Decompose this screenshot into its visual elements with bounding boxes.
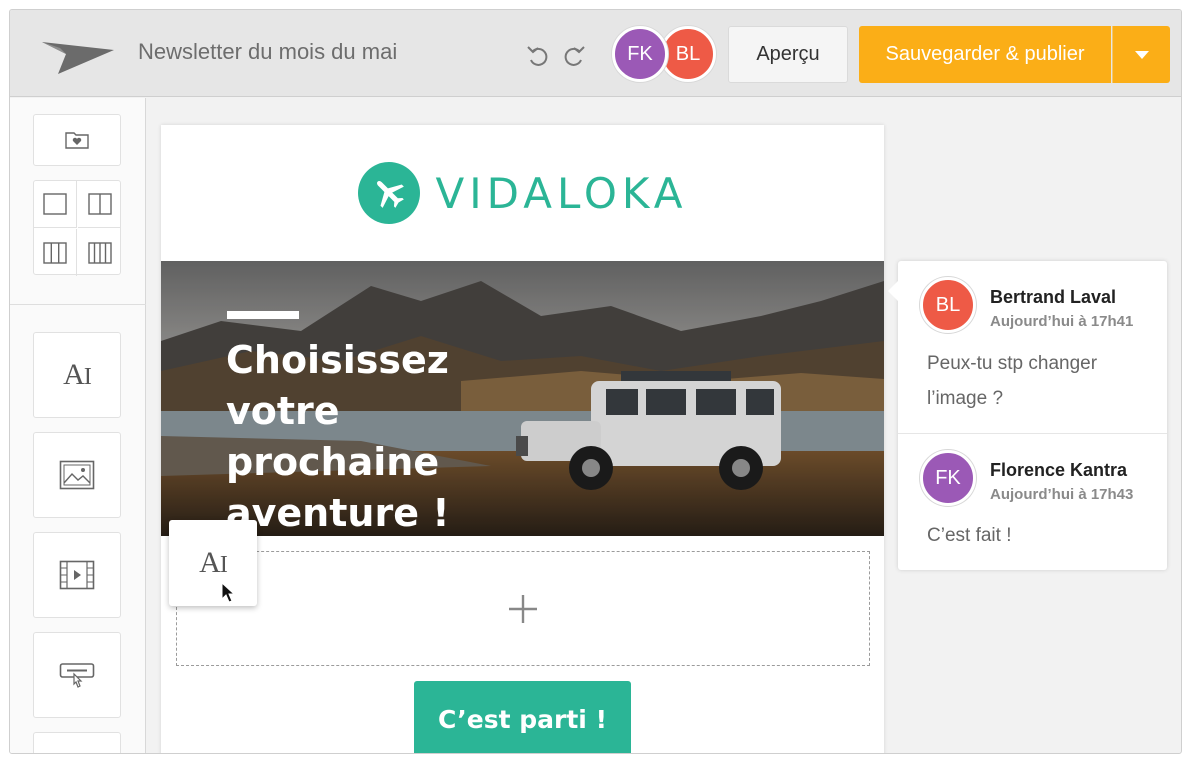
sidebar-divider <box>10 304 146 305</box>
comment-timestamp: Aujourd’hui à 17h41 <box>990 313 1134 330</box>
avatar: FK <box>920 450 976 506</box>
plus-icon <box>509 594 537 623</box>
airplane-icon <box>376 181 404 208</box>
hero-title-line-2: votre prochaine <box>226 389 440 484</box>
block-drop-zone[interactable] <box>176 551 870 666</box>
top-bar: Newsletter du mois du mai BL FK Aperçu S… <box>10 10 1181 97</box>
collaborator-avatar-bl[interactable]: BL <box>660 26 716 82</box>
paper-plane-logo-icon[interactable] <box>40 30 116 74</box>
save-publish-button[interactable]: Sauvegarder & publier <box>859 26 1111 83</box>
preview-button[interactable]: Aperçu <box>728 26 848 83</box>
brand-logo <box>357 162 420 224</box>
hero-title-line-3: aventure ! <box>226 491 450 535</box>
cursor-icon <box>221 582 236 603</box>
hero-accent-bar <box>227 311 299 319</box>
layout-3col-icon <box>43 241 67 264</box>
avatar: BL <box>920 277 976 333</box>
hero-title[interactable]: Choisissez votre prochaine aventure ! <box>226 335 556 536</box>
blocks-sidebar: AI <box>10 98 146 753</box>
text-block-icon: AI <box>199 546 228 579</box>
hero-image[interactable]: Choisissez votre prochaine aventure ! <box>161 261 884 536</box>
video-block-icon <box>59 560 95 590</box>
layout-4col-icon <box>87 241 112 264</box>
video-block-button[interactable] <box>33 532 121 618</box>
comment-author: Florence Kantra <box>990 460 1128 480</box>
image-block-button[interactable] <box>33 432 121 518</box>
email-canvas: VIDALOKA Choisissez votre prochaine aven… <box>161 125 884 753</box>
dragged-text-block[interactable]: AI <box>169 520 257 606</box>
button-block-icon <box>59 663 95 688</box>
layout-3col-button[interactable] <box>34 229 77 276</box>
saved-blocks-button[interactable] <box>33 114 121 166</box>
comment-text: C’est fait ! <box>927 525 1012 546</box>
text-block-button[interactable]: AI <box>33 332 121 418</box>
comments-panel: BL Bertrand Laval Aujourd’hui à 17h41 Pe… <box>888 261 1167 570</box>
comment-timestamp: Aujourd’hui à 17h43 <box>990 486 1134 503</box>
comment-author: Bertrand Laval <box>990 287 1117 307</box>
layout-4col-button[interactable] <box>78 229 121 276</box>
layout-1col-button[interactable] <box>34 181 77 228</box>
hero-title-line-1: Choisissez <box>226 338 449 382</box>
chevron-down-icon <box>1134 50 1149 59</box>
layouts-panel <box>33 180 121 276</box>
more-blocks-tile[interactable] <box>33 732 121 753</box>
comments-pointer <box>888 281 898 301</box>
comment-item[interactable]: FK Florence Kantra Aujourd’hui à 17h43 C… <box>898 434 1167 570</box>
layout-1col-icon <box>43 193 67 215</box>
comment-text: Peux-tu stp changer l’image ? <box>927 353 1098 409</box>
image-block-icon <box>59 460 95 490</box>
document-title[interactable]: Newsletter du mois du mai <box>138 39 397 65</box>
redo-icon[interactable] <box>561 42 587 68</box>
folder-heart-icon <box>65 132 89 149</box>
undo-icon[interactable] <box>525 42 551 68</box>
brand-name: VIDALOKA <box>435 168 688 218</box>
publish-options-dropdown[interactable] <box>1112 26 1170 83</box>
button-block-button[interactable] <box>33 632 121 718</box>
cta-button[interactable]: C’est parti ! <box>414 681 631 753</box>
app-window: Newsletter du mois du mai BL FK Aperçu S… <box>9 9 1182 754</box>
layout-2col-button[interactable] <box>78 181 121 228</box>
email-header[interactable]: VIDALOKA <box>161 125 884 261</box>
text-block-icon: AI <box>63 358 92 391</box>
comment-item[interactable]: BL Bertrand Laval Aujourd’hui à 17h41 Pe… <box>898 261 1167 433</box>
layout-2col-icon <box>87 193 112 215</box>
collaborator-avatar-fk[interactable]: FK <box>612 26 668 82</box>
